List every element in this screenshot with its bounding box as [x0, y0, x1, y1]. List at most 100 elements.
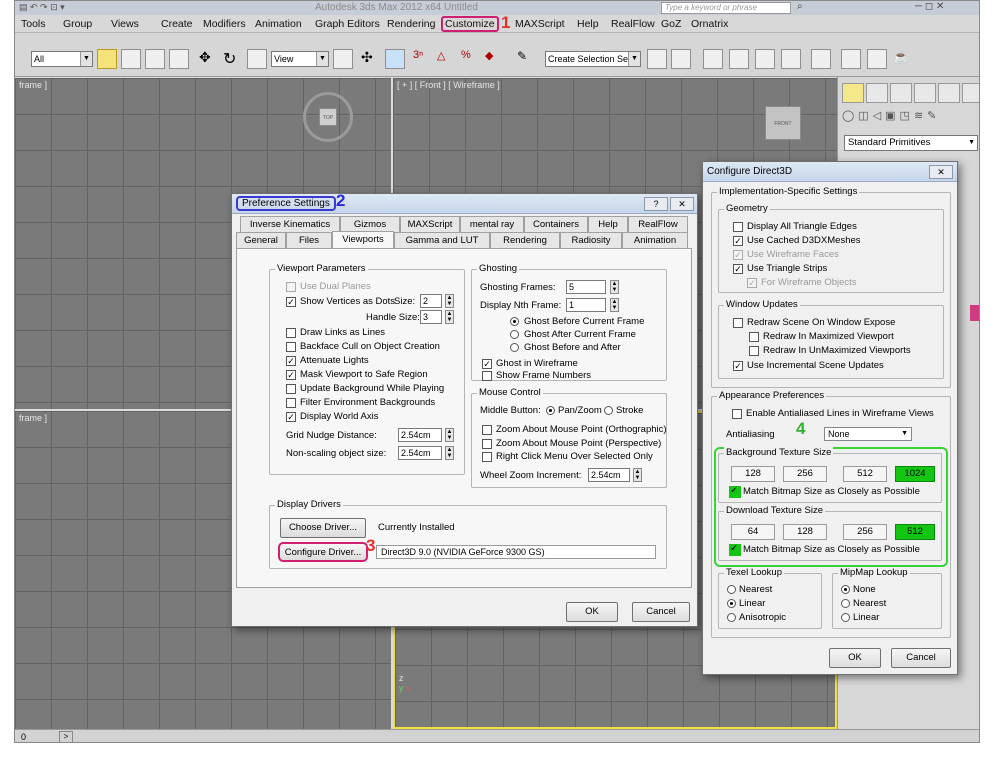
ghosting-frames-spinner[interactable]: ▲ ▼: [610, 280, 619, 294]
tab-radiosity[interactable]: Radiosity: [560, 232, 622, 248]
direct3d-close-icon[interactable]: ✕: [929, 165, 953, 179]
search-input[interactable]: Type a keyword or phrase: [661, 2, 791, 14]
align-icon[interactable]: [671, 49, 691, 69]
help-button[interactable]: ?: [644, 197, 668, 211]
edit-named-selection-icon[interactable]: ✎: [517, 49, 537, 69]
redraw-unmax-checkbox[interactable]: [749, 346, 759, 356]
create-tab-icon[interactable]: [842, 83, 864, 103]
size-spinner[interactable]: ▲ ▼: [445, 294, 454, 308]
dl-size-512-button[interactable]: 512: [895, 524, 935, 540]
tab-inverse-kinematics[interactable]: Inverse Kinematics: [240, 216, 340, 232]
viewport-left-label[interactable]: frame ]: [19, 413, 47, 423]
dl-size-128-button[interactable]: 128: [783, 524, 827, 540]
modify-tab-icon[interactable]: [866, 83, 888, 103]
tab-realflow[interactable]: RealFlow: [628, 216, 688, 232]
close-icon[interactable]: ✕: [670, 197, 694, 211]
viewcube-front[interactable]: FRONT: [765, 106, 801, 140]
keyboard-shortcut-icon[interactable]: [385, 49, 405, 69]
display-all-tri-checkbox[interactable]: [733, 222, 743, 232]
selection-filter-dropdown[interactable]: All ▼: [31, 51, 93, 67]
menu-help[interactable]: Help: [577, 18, 599, 30]
motion-tab-icon[interactable]: [914, 83, 936, 103]
search-icon[interactable]: ⌕: [797, 1, 803, 12]
viewcube-top[interactable]: TOP: [303, 92, 353, 142]
layer-manager-icon[interactable]: [703, 49, 723, 69]
attenuate-lights-checkbox[interactable]: ✓: [286, 356, 296, 366]
use-tri-strips-checkbox[interactable]: ✓: [733, 264, 743, 274]
menu-realflow[interactable]: RealFlow: [611, 18, 655, 30]
dl-size-64-button[interactable]: 64: [731, 524, 775, 540]
d3d-ok-button[interactable]: OK: [829, 648, 881, 668]
antialiased-checkbox[interactable]: [732, 409, 742, 419]
tab-maxscript[interactable]: MAXScript: [400, 216, 460, 232]
zoom-persp-checkbox[interactable]: [482, 439, 492, 449]
d3d-cancel-button[interactable]: Cancel: [891, 648, 951, 668]
mipmap-none-radio[interactable]: [841, 585, 850, 594]
pref-cancel-button[interactable]: Cancel: [632, 602, 690, 622]
mirror-icon[interactable]: [647, 49, 667, 69]
render-setup-icon[interactable]: [841, 49, 861, 69]
ghost-after-radio[interactable]: [510, 330, 519, 339]
menu-modifiers[interactable]: Modifiers: [203, 18, 246, 30]
tab-gizmos[interactable]: Gizmos: [340, 216, 400, 232]
dl-size-256-button[interactable]: 256: [843, 524, 887, 540]
ghost-wireframe-checkbox[interactable]: ✓: [482, 359, 492, 369]
window-controls[interactable]: ─ ◻ ✕: [915, 1, 944, 12]
texel-linear-radio[interactable]: [727, 599, 736, 608]
texel-anisotropic-radio[interactable]: [727, 613, 736, 622]
ghost-both-radio[interactable]: [510, 343, 519, 352]
menu-customize[interactable]: Customize: [441, 16, 499, 32]
nth-frame-spinner[interactable]: ▲ ▼: [610, 298, 619, 312]
stroke-radio[interactable]: [604, 406, 613, 415]
wheel-zoom-spinner[interactable]: ▲ ▼: [633, 468, 642, 482]
pivot-center-icon[interactable]: [333, 49, 353, 69]
bg-size-512-button[interactable]: 512: [843, 466, 887, 482]
select-manipulate-icon[interactable]: ✣: [361, 49, 381, 69]
menu-graph-editors[interactable]: Graph Editors: [315, 18, 380, 30]
time-slider-next-button[interactable]: >: [59, 731, 73, 742]
filter-env-checkbox[interactable]: [286, 398, 296, 408]
window-crossing-icon[interactable]: [169, 49, 189, 69]
curve-editor-icon[interactable]: [755, 49, 775, 69]
rotate-icon[interactable]: ↻: [223, 49, 243, 69]
handle-size-spinner[interactable]: ▲ ▼: [445, 310, 454, 324]
menu-maxscript[interactable]: MAXScript: [515, 18, 565, 30]
material-editor-icon[interactable]: [811, 49, 831, 69]
select-object-icon[interactable]: [97, 49, 117, 69]
menu-tools[interactable]: Tools: [21, 18, 46, 30]
texel-nearest-radio[interactable]: [727, 585, 736, 594]
match-bitmap-bg-checkbox[interactable]: ✓: [729, 485, 741, 498]
ghost-before-radio[interactable]: [510, 317, 519, 326]
menu-rendering[interactable]: Rendering: [387, 18, 435, 30]
tab-general[interactable]: General: [236, 232, 286, 248]
snaps-toggle-icon[interactable]: 3ⁿ: [413, 49, 433, 69]
move-icon[interactable]: ✥: [199, 49, 219, 69]
schematic-view-icon[interactable]: [781, 49, 801, 69]
tab-files[interactable]: Files: [286, 232, 332, 248]
object-type-icons[interactable]: ◯◫◁▣◳≋✎: [842, 109, 979, 129]
wheel-zoom-input[interactable]: 2.54cm: [588, 468, 630, 482]
configure-driver-button[interactable]: Configure Driver...: [278, 542, 368, 562]
viewport-front-label[interactable]: [ + ] [ Front ] [ Wireframe ]: [397, 80, 500, 90]
ghosting-frames-input[interactable]: 5: [566, 280, 606, 294]
menu-animation[interactable]: Animation: [255, 18, 302, 30]
incremental-checkbox[interactable]: ✓: [733, 361, 743, 371]
mipmap-linear-radio[interactable]: [841, 613, 850, 622]
for-wire-objects-checkbox[interactable]: ✓: [747, 278, 757, 288]
menu-views[interactable]: Views: [111, 18, 139, 30]
percent-snap-icon[interactable]: %: [461, 49, 481, 69]
tab-rendering[interactable]: Rendering: [490, 232, 560, 248]
tab-animation[interactable]: Animation: [622, 232, 688, 248]
named-selection-dropdown[interactable]: Create Selection Se ▼: [545, 51, 641, 67]
menu-ornatrix[interactable]: Ornatrix: [691, 18, 728, 30]
show-frame-numbers-checkbox[interactable]: [482, 371, 492, 381]
use-dual-planes-checkbox[interactable]: [286, 282, 296, 292]
pan-zoom-radio[interactable]: [546, 406, 555, 415]
select-by-name-icon[interactable]: [121, 49, 141, 69]
draw-links-checkbox[interactable]: [286, 328, 296, 338]
bg-size-1024-button[interactable]: 1024: [895, 466, 935, 482]
graphite-toggle-icon[interactable]: [729, 49, 749, 69]
primitive-type-dropdown[interactable]: Standard Primitives ▼: [844, 135, 978, 151]
zoom-ortho-checkbox[interactable]: [482, 425, 492, 435]
right-click-checkbox[interactable]: [482, 452, 492, 462]
